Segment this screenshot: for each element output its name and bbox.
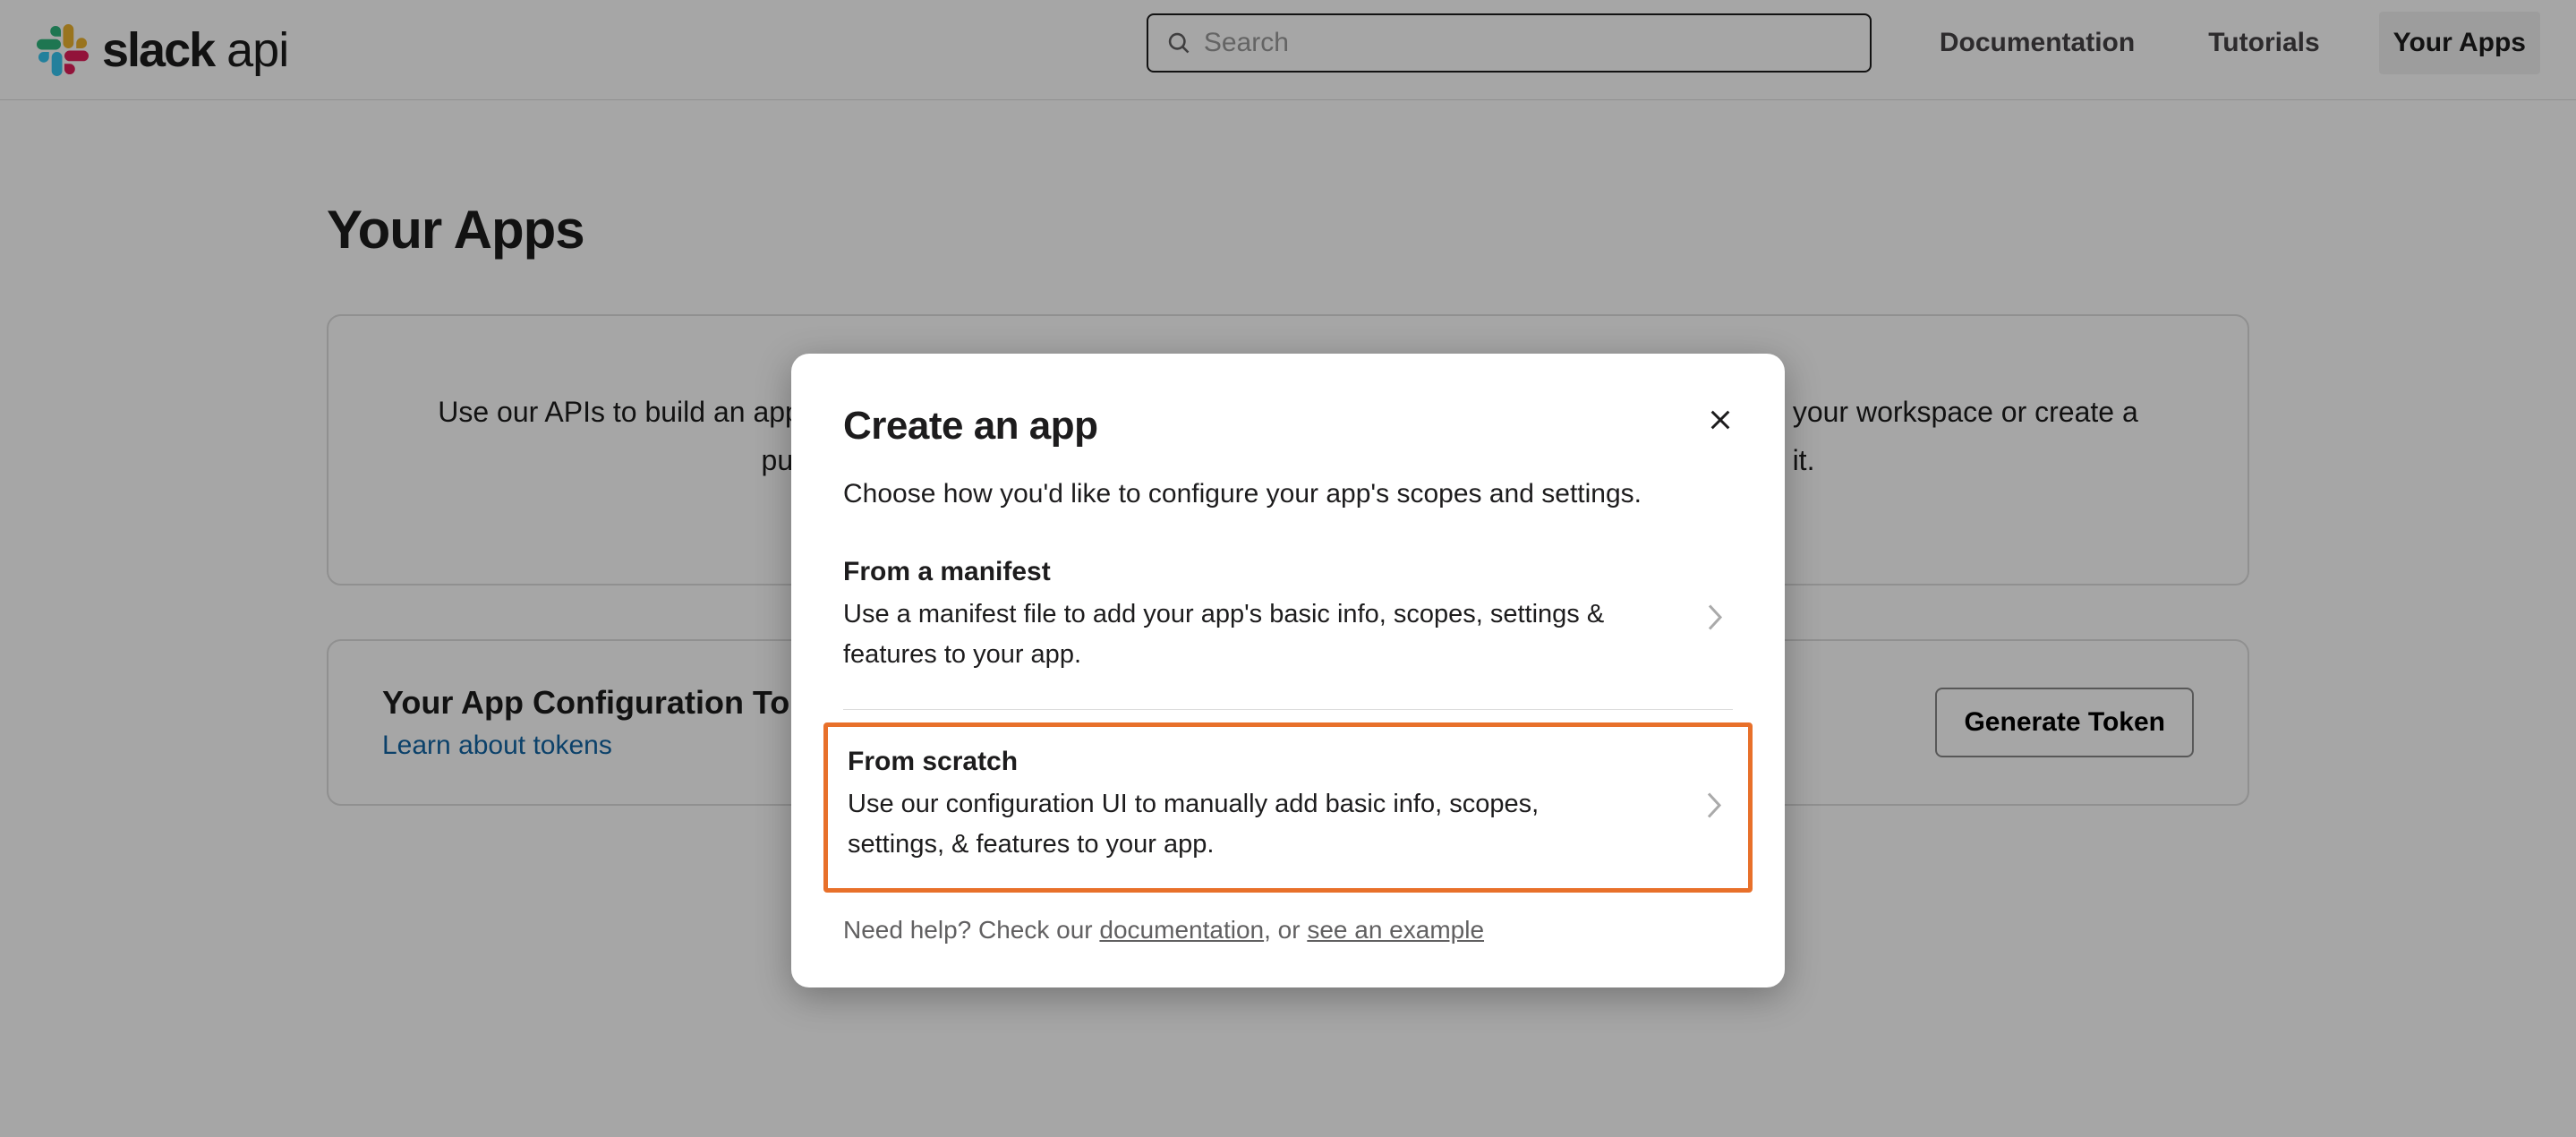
close-icon <box>1708 407 1733 432</box>
modal-overlay[interactable]: Create an app Choose how you'd like to c… <box>0 0 2576 1137</box>
option-from-scratch[interactable]: From scratch Use our configuration UI to… <box>823 722 1753 893</box>
option-from-manifest[interactable]: From a manifest Use a manifest file to a… <box>843 541 1733 698</box>
chevron-right-icon <box>1703 790 1725 825</box>
help-mid: , or <box>1264 916 1307 944</box>
close-button[interactable] <box>1701 400 1740 440</box>
option-manifest-desc: Use a manifest file to add your app's ba… <box>843 594 1613 675</box>
help-documentation-link[interactable]: documentation <box>1099 916 1264 944</box>
option-manifest-title: From a manifest <box>843 557 1733 587</box>
modal-subtitle: Choose how you'd like to configure your … <box>843 474 1733 514</box>
help-example-link[interactable]: see an example <box>1307 916 1484 944</box>
option-scratch-desc: Use our configuration UI to manually add… <box>848 784 1617 865</box>
option-divider <box>843 709 1733 710</box>
help-prefix: Need help? Check our <box>843 916 1099 944</box>
modal-title: Create an app <box>843 404 1733 449</box>
option-scratch-title: From scratch <box>848 747 1728 777</box>
create-app-modal: Create an app Choose how you'd like to c… <box>791 354 1785 987</box>
chevron-right-icon <box>1704 602 1726 637</box>
modal-help: Need help? Check our documentation, or s… <box>843 916 1733 945</box>
